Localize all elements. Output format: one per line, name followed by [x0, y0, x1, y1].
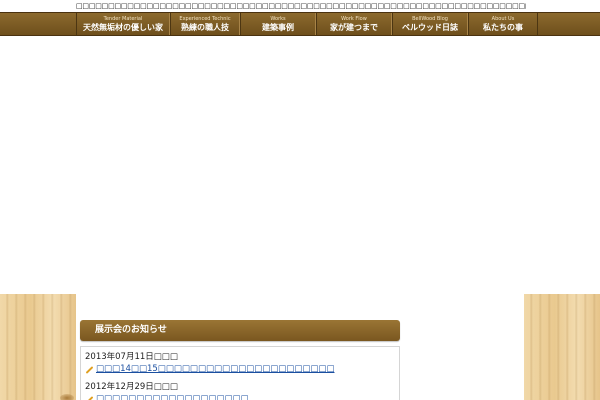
- nav-item-experienced-technic[interactable]: Experienced Technic 熟練の職人技: [170, 13, 240, 35]
- wood-panel-right: [524, 294, 600, 400]
- nav-item-sublabel: Experienced Technic: [179, 15, 231, 22]
- news-date: 2012年12月29日□□□: [85, 382, 178, 392]
- wood-panel-left: [0, 294, 76, 400]
- news-item: 2013年07月11日□□□ □□□14□□15□□□□□□□□□□□□□□□□…: [85, 352, 334, 375]
- section-heading: 展示会のお知らせ: [80, 320, 400, 341]
- nav-item-about-us[interactable]: About Us 私たちの事: [468, 13, 538, 35]
- news-date: 2013年07月11日□□□: [85, 352, 178, 362]
- nav-item-sublabel: Tender Material: [103, 15, 143, 22]
- nav-item-label: 建築事例: [262, 22, 294, 32]
- news-list: 2013年07月11日□□□ □□□14□□15□□□□□□□□□□□□□□□□…: [80, 346, 400, 400]
- nav-item-works[interactable]: Works 建築事例: [240, 13, 316, 35]
- nav-item-sublabel: Work Flow: [341, 15, 367, 22]
- nav-item-label: 天然無垢材の優しい家: [83, 22, 163, 32]
- news-link[interactable]: □□□□□□□□□□□□□□□□□□□: [96, 394, 249, 400]
- section-title: 展示会のお知らせ: [95, 325, 167, 335]
- nav-item-sublabel: Works: [270, 15, 286, 22]
- pencil-icon: [85, 366, 93, 374]
- page: □□□□□□□□□□□□□□□□□□□□□□□□□□□□□□□□□□□□□□□□…: [0, 0, 600, 400]
- nav-item-tender-material[interactable]: Tender Material 天然無垢材の優しい家: [76, 13, 170, 35]
- news-link-row: □□□14□□15□□□□□□□□□□□□□□□□□□□□□□: [85, 364, 334, 375]
- nav-item-label: 私たちの事: [483, 22, 523, 32]
- wood-knot: [60, 394, 74, 400]
- nav-item-sublabel: BellWood Blog: [412, 15, 448, 22]
- pencil-icon: [85, 396, 93, 400]
- global-nav-items: Tender Material 天然無垢材の優しい家 Experienced T…: [76, 13, 538, 35]
- nav-item-label: 家が建つまで: [330, 22, 378, 32]
- nav-item-sublabel: About Us: [491, 15, 515, 22]
- nav-item-label: ベルウッド日誌: [402, 22, 458, 32]
- nav-item-label: 熟練の職人技: [181, 22, 229, 32]
- nav-item-blog[interactable]: BellWood Blog ベルウッド日誌: [392, 13, 468, 35]
- news-link[interactable]: □□□14□□15□□□□□□□□□□□□□□□□□□□□□□: [96, 364, 334, 375]
- nav-item-work-flow[interactable]: Work Flow 家が建つまで: [316, 13, 392, 35]
- global-nav: Tender Material 天然無垢材の優しい家 Experienced T…: [0, 12, 600, 36]
- news-item: 2012年12月29日□□□ □□□□□□□□□□□□□□□□□□□: [85, 382, 249, 400]
- site-tagline: □□□□□□□□□□□□□□□□□□□□□□□□□□□□□□□□□□□□□□□□…: [76, 2, 526, 10]
- news-link-row: □□□□□□□□□□□□□□□□□□□: [85, 394, 249, 400]
